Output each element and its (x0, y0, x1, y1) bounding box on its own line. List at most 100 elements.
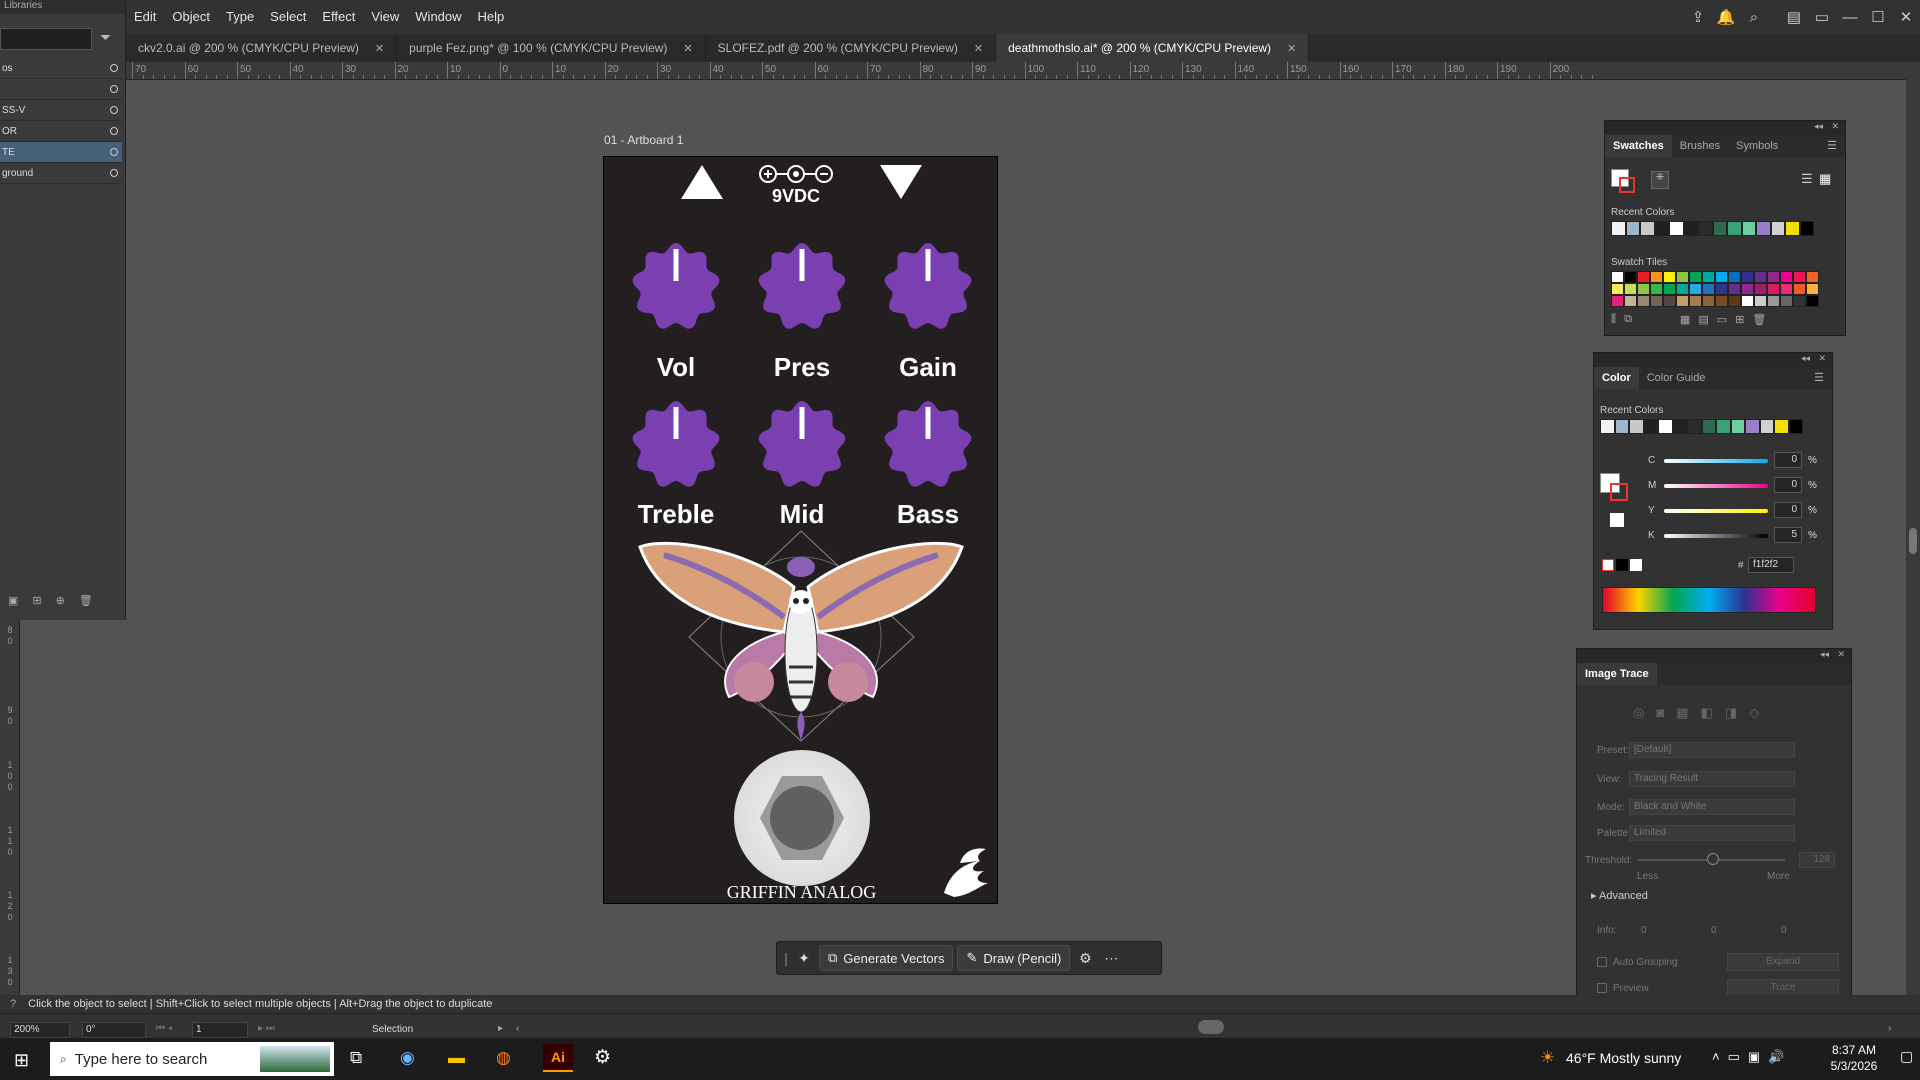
layer-row[interactable]: SS-V (0, 100, 122, 121)
clock[interactable]: 8:37 AM 5/3/2026 (1824, 1042, 1884, 1074)
none-swatch[interactable] (1602, 559, 1614, 571)
preset-select[interactable]: [Default] (1629, 742, 1795, 758)
channel-y-slider[interactable] (1664, 509, 1768, 513)
menu-type[interactable]: Type (218, 0, 262, 34)
next-artboard-icon[interactable]: ▸ ⏭ (258, 1023, 275, 1034)
color-swatch[interactable] (1624, 283, 1637, 295)
color-swatch[interactable] (1793, 283, 1806, 295)
close-icon[interactable]: ✕ (974, 42, 983, 55)
color-swatch[interactable] (1793, 271, 1806, 283)
color-swatch[interactable] (1767, 295, 1780, 307)
color-swatch[interactable] (1754, 283, 1767, 295)
new-layer-icon[interactable]: ⊕ (56, 594, 65, 607)
color-swatch[interactable] (1715, 295, 1728, 307)
advanced-toggle[interactable]: ▸ Advanced (1591, 889, 1648, 902)
mode-select[interactable]: Black and White (1629, 799, 1795, 815)
hex-value-field[interactable]: f1f2f2 (1748, 557, 1794, 573)
trash-icon[interactable]: 🗑 (79, 594, 93, 607)
draw-pencil-button[interactable]: ✎ Draw (Pencil) (957, 945, 1071, 971)
menu-object[interactable]: Object (164, 0, 218, 34)
color-swatch[interactable] (1676, 283, 1689, 295)
color-swatch[interactable] (1689, 295, 1702, 307)
target-icon[interactable] (110, 85, 118, 93)
color-swatch[interactable] (1637, 295, 1650, 307)
color-swatch[interactable] (1712, 221, 1727, 236)
collapse-icon[interactable]: ◂◂ (1820, 649, 1829, 660)
color-swatch[interactable] (1767, 283, 1780, 295)
menu-select[interactable]: Select (262, 0, 314, 34)
file-explorer-icon[interactable]: ▬ (448, 1048, 465, 1068)
color-swatch[interactable] (1654, 221, 1669, 236)
artboard[interactable]: 9VDC Vol Pres Gain Treble Mid Bass GRIFF… (603, 156, 998, 904)
vertical-ruler[interactable]: 80 90 100 110 120 130 (0, 620, 20, 1020)
color-swatch[interactable] (1629, 419, 1644, 434)
color-swatch[interactable] (1702, 271, 1715, 283)
color-swatch[interactable] (1658, 419, 1673, 434)
close-icon[interactable]: ✕ (1892, 4, 1920, 30)
close-icon[interactable]: ✕ (1837, 649, 1845, 660)
high-color-icon[interactable]: ◙ (1656, 705, 1664, 721)
color-swatch[interactable] (1689, 283, 1702, 295)
color-swatch[interactable] (1767, 271, 1780, 283)
color-swatch[interactable] (1637, 271, 1650, 283)
search-icon[interactable]: ⌕ (1740, 4, 1768, 30)
folder-icon[interactable]: ▭ (1717, 313, 1727, 326)
target-icon[interactable] (110, 148, 118, 156)
expand-button[interactable]: Expand (1727, 953, 1839, 971)
color-swatch[interactable] (1650, 271, 1663, 283)
color-swatch[interactable] (1741, 295, 1754, 307)
auto-color-icon[interactable]: ◎ (1633, 705, 1644, 721)
color-swatch[interactable] (1793, 295, 1806, 307)
kind-icon[interactable]: ⧉ (1624, 313, 1632, 326)
grid-view-icon[interactable]: ▦ (1819, 171, 1831, 187)
color-swatch[interactable] (1759, 419, 1774, 434)
menu-view[interactable]: View (363, 0, 407, 34)
generate-vectors-button[interactable]: ⧉ Generate Vectors (819, 945, 954, 971)
scroll-right-icon[interactable]: › (1888, 1023, 1891, 1034)
tab-document[interactable]: SLOFEZ.pdf @ 200 % (CMYK/CPU Preview) ✕ (706, 34, 997, 62)
stroke-swatch[interactable] (1610, 483, 1628, 501)
color-swatch[interactable] (1806, 295, 1819, 307)
list-view-icon[interactable]: ☰ (1801, 171, 1813, 187)
horizontal-ruler[interactable]: 70 60 50 40 30 20 10 0 10 20 30 40 50 60 70 80 90 100 110 1… (126, 62, 1906, 80)
group-icon[interactable]: ▤ (1698, 313, 1708, 326)
layer-row[interactable] (0, 79, 122, 100)
layers-search-input[interactable] (0, 28, 92, 50)
color-swatch[interactable] (1640, 221, 1655, 236)
library-icon[interactable]: ⫼ (1611, 313, 1616, 326)
threshold-value[interactable]: 128 (1799, 852, 1835, 868)
view-select[interactable]: Tracing Result (1629, 771, 1795, 787)
color-swatch[interactable] (1788, 419, 1803, 434)
tab-color[interactable]: Color (1594, 367, 1639, 389)
color-swatch[interactable] (1754, 271, 1767, 283)
swatch-options-icon[interactable]: ▦ (1680, 313, 1690, 326)
layer-row[interactable]: os (0, 58, 122, 79)
color-swatch[interactable] (1730, 419, 1745, 434)
color-swatch[interactable] (1663, 295, 1676, 307)
tab-symbols[interactable]: Symbols (1728, 135, 1786, 157)
color-swatch[interactable] (1611, 221, 1626, 236)
taskbar-search[interactable]: ⌕ Type here to search (50, 1042, 334, 1076)
color-swatch[interactable] (1806, 271, 1819, 283)
weather-text[interactable]: 46°F Mostly sunny (1566, 1050, 1681, 1066)
color-swatch[interactable] (1806, 283, 1819, 295)
black-swatch[interactable] (1616, 559, 1628, 571)
color-swatch[interactable] (1728, 271, 1741, 283)
chevron-up-icon[interactable]: ˄ (1712, 1049, 1720, 1065)
color-swatch[interactable] (1672, 419, 1687, 434)
tab-color-guide[interactable]: Color Guide (1639, 367, 1714, 389)
color-swatch[interactable] (1663, 271, 1676, 283)
color-swatch[interactable] (1625, 221, 1640, 236)
color-swatch[interactable] (1770, 221, 1785, 236)
color-swatch[interactable] (1683, 221, 1698, 236)
panels-icon[interactable]: ▭ (1808, 4, 1836, 30)
firefox-icon[interactable]: ◍ (496, 1048, 511, 1068)
rotate-select[interactable]: 0° (82, 1022, 146, 1038)
white-swatch[interactable] (1610, 513, 1624, 527)
scroll-thumb[interactable] (1909, 528, 1917, 554)
color-swatch[interactable] (1728, 283, 1741, 295)
menu-window[interactable]: Window (407, 0, 469, 34)
panel-menu-icon[interactable]: ☰ (1806, 367, 1832, 389)
tab-image-trace[interactable]: Image Trace (1577, 663, 1657, 685)
white-swatch[interactable] (1630, 559, 1642, 571)
